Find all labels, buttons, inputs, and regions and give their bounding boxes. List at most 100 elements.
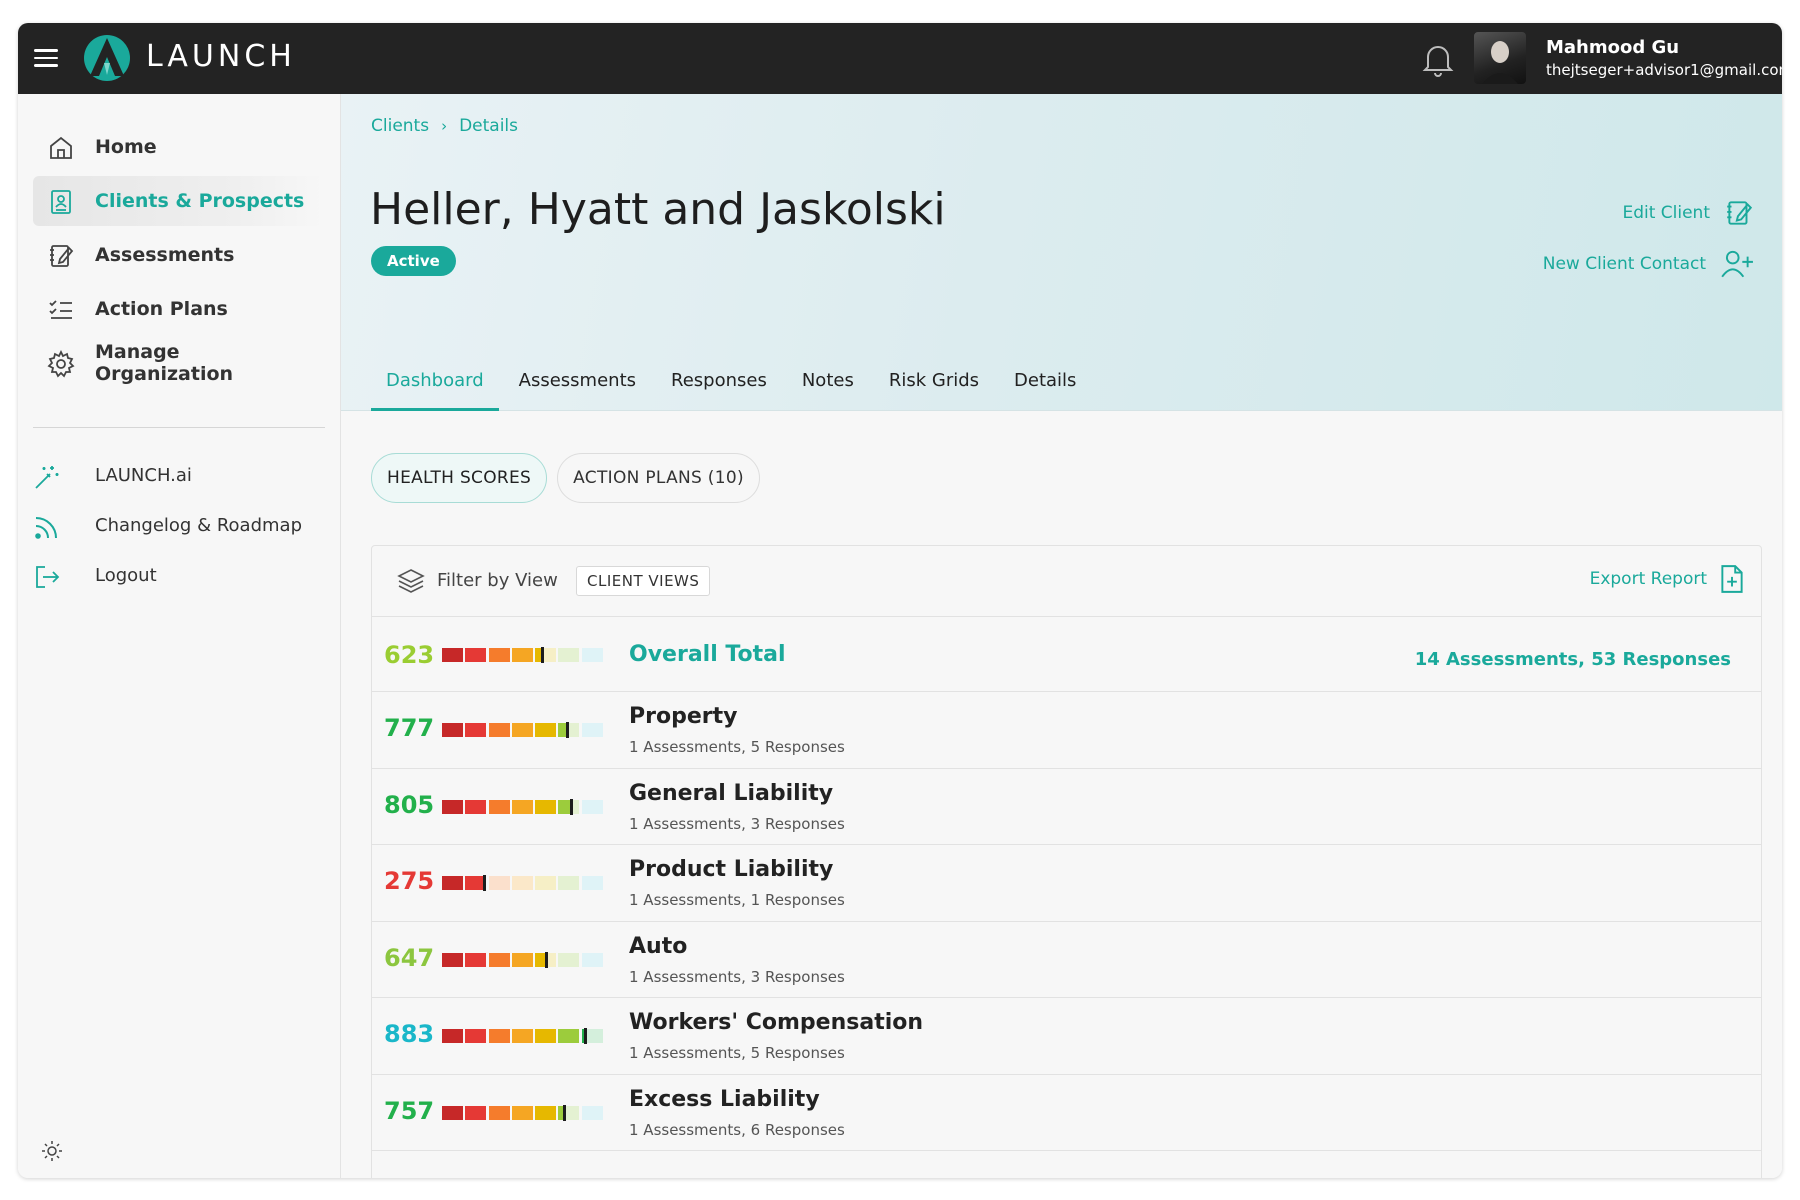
checklist-icon	[49, 300, 72, 319]
tab-assessments[interactable]: Assessments	[504, 356, 651, 412]
health-score-value: 275	[384, 867, 435, 895]
overall-total-row[interactable]: 623 Overall Total 14 Assessments, 53 Res…	[372, 617, 1761, 692]
category-name: Excess Liability	[629, 1086, 820, 1112]
category-summary: 1 Assessments, 1 Responses	[629, 891, 845, 909]
category-name: Auto	[629, 933, 688, 959]
score-bar-segment	[442, 952, 463, 967]
score-bar-segment	[488, 876, 510, 890]
score-bar-segment	[511, 1105, 533, 1120]
score-bar-segment	[442, 723, 463, 737]
notebook-edit-icon	[1727, 201, 1753, 225]
breadcrumb: Clients › Details	[371, 116, 518, 136]
sidebar-item-assessments[interactable]: Assessments	[33, 230, 323, 280]
score-bar-segment	[581, 1105, 603, 1120]
overall-summary: 14 Assessments, 53 Responses	[1414, 649, 1731, 670]
sidebar-item-label: Action Plans	[95, 298, 228, 320]
status-badge: Active	[371, 246, 456, 276]
category-row[interactable]: 275 Product Liability 1 Assessments, 1 Res…	[372, 845, 1761, 922]
bell-icon[interactable]	[1418, 39, 1458, 79]
health-score-bar	[442, 798, 606, 815]
score-bar-segment	[488, 1029, 510, 1043]
score-bar-segment	[511, 648, 533, 662]
score-bar-segment	[581, 952, 603, 967]
tab-details[interactable]: Details	[999, 356, 1091, 412]
score-bar-segment	[511, 723, 533, 737]
category-name: Workers' Compensation	[629, 1010, 924, 1035]
score-bar-segment	[511, 1029, 533, 1043]
health-scores-pill[interactable]: HEALTH SCORES	[371, 453, 548, 503]
category-row[interactable]: 757 Excess Liability 1 Assessments, 6 Resp…	[372, 1075, 1761, 1151]
health-scores-panel: Filter by View CLIENT VIEWS Export Repor…	[371, 545, 1762, 1178]
score-bar-segment	[465, 875, 487, 891]
health-score-bar	[442, 1028, 606, 1044]
user-name: Mahmood Gu	[1546, 37, 1680, 58]
filter-toolbar: Filter by View CLIENT VIEWS Export Repor…	[372, 546, 1761, 617]
category-row[interactable]: 647 Auto 1 Assessments, 3 Responses	[372, 922, 1761, 998]
app-window: LAUNCH Mahmood Gu thejtseger+advisor1@gm…	[18, 23, 1782, 1178]
sidebar-item-logout[interactable]: Logout	[33, 555, 323, 597]
export-report-button[interactable]: Export Report	[1590, 564, 1745, 594]
health-score-value: 647	[384, 943, 435, 972]
new-client-contact-label: New Client Contact	[1542, 254, 1706, 274]
logout-icon	[36, 566, 60, 588]
client-header: Clients › Details Heller, Hyatt and Jask…	[341, 94, 1782, 412]
notebook-edit-icon	[50, 245, 74, 267]
new-client-contact-button[interactable]: New Client Contact	[1543, 248, 1754, 280]
category-summary: 1 Assessments, 3 Responses	[629, 814, 845, 833]
action-plans-pill[interactable]: ACTION PLANS (10)	[557, 453, 760, 503]
chevron-right-icon: ›	[441, 117, 448, 135]
score-bar-segment	[558, 722, 580, 738]
score-bar-segment	[442, 1029, 463, 1043]
tab-responses[interactable]: Responses	[656, 356, 782, 412]
tab-dashboard[interactable]: Dashboard	[371, 356, 499, 412]
sidebar-item-clients-prospects[interactable]: Clients & Prospects	[33, 176, 323, 226]
tab-risk-grids[interactable]: Risk Grids	[874, 356, 994, 412]
score-bar-segment	[535, 1029, 557, 1043]
health-score-bar	[442, 647, 606, 663]
score-bar-segment	[535, 1105, 557, 1120]
sidebar-item-launch-ai[interactable]: LAUNCH.ai	[33, 455, 323, 497]
sidebar-item-home[interactable]: Home	[33, 122, 323, 172]
score-bar-segment	[558, 648, 580, 662]
user-email: thejtseger+advisor1@gmail.com	[1546, 61, 1782, 79]
avatar[interactable]	[1474, 32, 1526, 84]
magic-wand-icon	[35, 466, 59, 489]
sidebar-item-manage-organization[interactable]: Manage Organization	[33, 338, 323, 388]
client-views-button[interactable]: CLIENT VIEWS	[576, 566, 711, 596]
page-title: Heller, Hyatt and Jaskolski	[370, 184, 946, 235]
top-bar: LAUNCH Mahmood Gu thejtseger+advisor1@gm…	[18, 23, 1782, 94]
category-row[interactable]: 883 Workers' Compensation 1 Assessments, 5…	[372, 998, 1761, 1075]
score-marker	[483, 875, 487, 891]
score-marker	[566, 722, 570, 738]
category-row[interactable]: 805 General Liability 1 Assessments, 3 Res…	[372, 769, 1761, 845]
health-score-value: 883	[384, 1020, 435, 1048]
health-score-bar	[442, 875, 606, 891]
score-bar-segment	[511, 952, 533, 967]
edit-client-button[interactable]: Edit Client	[1622, 198, 1754, 228]
score-bar-segment	[535, 876, 557, 890]
filter-by-view-label: Filter by View	[437, 570, 558, 591]
score-bar-segment	[488, 648, 510, 662]
score-bar-segment	[535, 799, 557, 814]
score-bar-segment	[511, 799, 533, 814]
sun-icon[interactable]	[40, 1139, 64, 1163]
category-summary: 1 Assessments, 6 Responses	[629, 1120, 845, 1139]
score-bar-segment	[442, 876, 463, 890]
layers-icon	[397, 569, 425, 593]
hamburger-menu-icon[interactable]	[34, 44, 64, 74]
sidebar-item-action-plans[interactable]: Action Plans	[33, 284, 323, 334]
health-score-value: 757	[384, 1096, 435, 1125]
client-tabs: Dashboard Assessments Responses Notes Ri…	[371, 356, 1096, 412]
rss-feed-icon	[35, 517, 57, 539]
score-bar-segment	[442, 648, 463, 662]
breadcrumb-details-link[interactable]: Details	[459, 116, 518, 136]
sidebar-item-changelog-roadmap[interactable]: Changelog & Roadmap	[33, 505, 323, 547]
category-name: Overall Total	[629, 642, 786, 667]
health-score-value: 623	[384, 641, 435, 669]
score-marker	[570, 798, 574, 815]
score-bar-segment	[558, 952, 580, 967]
breadcrumb-clients-link[interactable]: Clients	[371, 116, 429, 136]
tab-notes[interactable]: Notes	[787, 356, 869, 412]
category-row[interactable]: 777 Property 1 Assessments, 5 Responses	[372, 692, 1761, 769]
dashboard-content: HEALTH SCORES ACTION PLANS (10) Filter b…	[341, 411, 1782, 1178]
